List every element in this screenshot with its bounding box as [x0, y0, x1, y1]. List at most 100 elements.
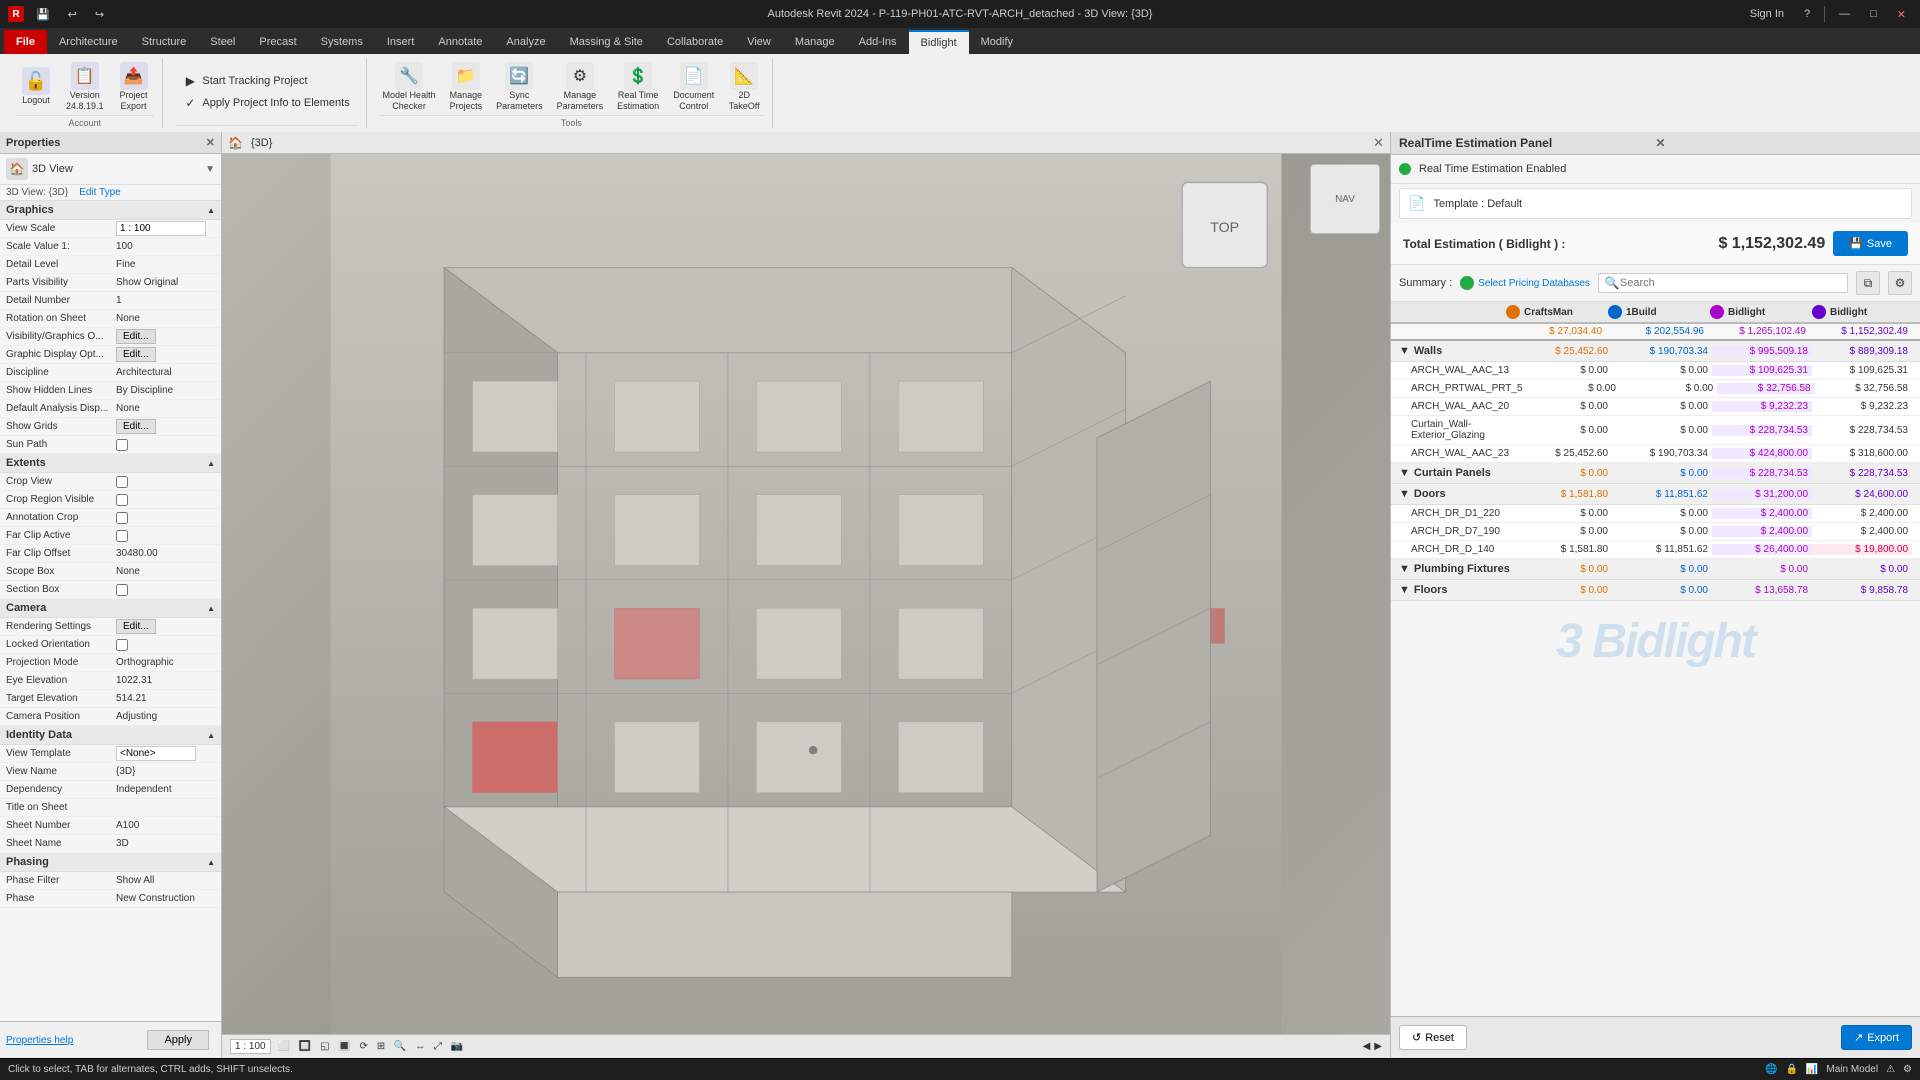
- realtime-est-btn[interactable]: 💲 Real TimeEstimation: [613, 60, 663, 114]
- sheet-number-text: A100: [116, 820, 215, 831]
- tab-precast[interactable]: Precast: [247, 30, 308, 54]
- view-scale-input[interactable]: [116, 221, 206, 236]
- minimize-btn[interactable]: —: [1833, 6, 1856, 22]
- crop-view-checkbox[interactable]: [116, 476, 128, 488]
- vp-tool-1[interactable]: ⬜: [275, 1041, 293, 1052]
- show-grids-btn[interactable]: Edit...: [116, 419, 156, 434]
- model-health-btn[interactable]: 🔧 Model HealthChecker: [379, 60, 440, 114]
- sync-params-btn[interactable]: 🔄 SyncParameters: [492, 60, 547, 114]
- tab-insert[interactable]: Insert: [375, 30, 427, 54]
- visibility-graphics-btn[interactable]: Edit...: [116, 329, 156, 344]
- ribbon-account-items: 🔓 Logout 📋 Version24.8.19.1 📤 ProjectExp…: [16, 58, 154, 115]
- view-template-input[interactable]: [116, 746, 196, 761]
- totals-label-spacer: [1399, 326, 1504, 337]
- wall-item-aac13: ARCH_WAL_AAC_13 $ 0.00 $ 0.00 $ 109,625.…: [1391, 362, 1920, 380]
- tab-massing[interactable]: Massing & Site: [558, 30, 655, 54]
- takeoff-btn[interactable]: 📐 2DTakeOff: [724, 60, 764, 114]
- vp-tool-4[interactable]: 🔳: [335, 1041, 353, 1052]
- project-export-btn[interactable]: 📤 ProjectExport: [114, 60, 154, 114]
- template-doc-icon: 📄: [1408, 195, 1425, 212]
- edit-type-btn[interactable]: Edit Type: [79, 187, 121, 198]
- tab-collaborate[interactable]: Collaborate: [655, 30, 735, 54]
- sign-in-btn[interactable]: Sign In: [1744, 6, 1790, 22]
- search-input[interactable]: [1620, 277, 1841, 289]
- curtain-panels-category-row[interactable]: ▼ Curtain Panels $ 0.00 $ 0.00 $ 228,734…: [1391, 463, 1920, 484]
- wall-item-aac23: ARCH_WAL_AAC_23 $ 25,452.60 $ 190,703.34…: [1391, 445, 1920, 463]
- tab-steel[interactable]: Steel: [198, 30, 247, 54]
- tab-manage[interactable]: Manage: [783, 30, 847, 54]
- floors-category-row[interactable]: ▼ Floors $ 0.00 $ 0.00 $ 13,658.78 $ 9,8…: [1391, 580, 1920, 601]
- apply-project-info-btn[interactable]: ✓ Apply Project Info to Elements: [178, 93, 353, 113]
- graphics-section-header[interactable]: Graphics: [0, 201, 221, 220]
- tab-view[interactable]: View: [735, 30, 783, 54]
- tab-annotate[interactable]: Annotate: [426, 30, 494, 54]
- tab-modify[interactable]: Modify: [969, 30, 1025, 54]
- select-pricing-btn[interactable]: Select Pricing Databases: [1460, 276, 1590, 290]
- scroll-left-btn[interactable]: ◀: [1363, 1041, 1371, 1052]
- reset-button[interactable]: ↺ Reset: [1399, 1025, 1467, 1050]
- save-button[interactable]: 💾 Save: [1833, 231, 1908, 256]
- vp-tool-3[interactable]: ◱: [317, 1041, 332, 1052]
- viewport-canvas[interactable]: TOP NAV: [222, 154, 1390, 1034]
- camera-section-header[interactable]: Camera: [0, 599, 221, 618]
- help-btn[interactable]: ?: [1798, 6, 1816, 22]
- rendering-settings-btn[interactable]: Edit...: [116, 619, 156, 634]
- tab-analyze[interactable]: Analyze: [494, 30, 557, 54]
- vp-tool-5[interactable]: ⟳: [357, 1041, 371, 1052]
- tab-systems[interactable]: Systems: [309, 30, 375, 54]
- graphic-display-btn[interactable]: Edit...: [116, 347, 156, 362]
- tab-addins[interactable]: Add-Ins: [847, 30, 909, 54]
- walls-category-row[interactable]: ▼ Walls $ 25,452.60 $ 190,703.34 $ 995,5…: [1391, 341, 1920, 362]
- vp-tool-2[interactable]: 🔲: [296, 1041, 314, 1052]
- estimation-enabled-label: Real Time Estimation Enabled: [1419, 163, 1566, 175]
- tab-bidlight[interactable]: Bidlight: [909, 30, 969, 54]
- vp-tool-6[interactable]: ⊞: [374, 1041, 388, 1052]
- prtwal-bidlight2: $ 32,756.58: [1815, 383, 1912, 394]
- vp-tool-9[interactable]: ⤢: [431, 1041, 445, 1052]
- sun-path-checkbox[interactable]: [116, 439, 128, 451]
- section-box-checkbox[interactable]: [116, 584, 128, 596]
- quick-access-save[interactable]: 💾: [30, 6, 56, 23]
- annotation-crop-checkbox[interactable]: [116, 512, 128, 524]
- start-tracking-btn[interactable]: ▶ Start Tracking Project: [178, 71, 353, 91]
- extents-section-header[interactable]: Extents: [0, 454, 221, 473]
- navigation-cube[interactable]: NAV: [1310, 164, 1380, 234]
- vp-tool-8[interactable]: ↔: [412, 1041, 428, 1052]
- settings-tool-btn[interactable]: ⚙: [1888, 271, 1912, 295]
- tab-file[interactable]: File: [4, 30, 47, 54]
- maximize-btn[interactable]: □: [1864, 6, 1883, 22]
- status-settings-icon[interactable]: ⚙: [1903, 1064, 1912, 1075]
- identity-section-header[interactable]: Identity Data: [0, 726, 221, 745]
- ribbon-tracking-items: ▶ Start Tracking Project ✓ Apply Project…: [178, 58, 353, 125]
- locked-orientation-checkbox[interactable]: [116, 639, 128, 651]
- export-button[interactable]: ↗ Export: [1841, 1025, 1912, 1050]
- vp-tool-10[interactable]: 📷: [448, 1041, 466, 1052]
- far-clip-active-checkbox[interactable]: [116, 530, 128, 542]
- view-type-dropdown[interactable]: ▼: [205, 164, 215, 175]
- aac23-craftsman: $ 25,452.60: [1512, 448, 1612, 459]
- bidlight2-icon: [1812, 305, 1826, 319]
- logout-btn[interactable]: 🔓 Logout: [16, 65, 56, 108]
- prop-title-on-sheet: Title on Sheet: [0, 799, 221, 817]
- estimation-close-btn[interactable]: ✕: [1656, 136, 1913, 150]
- properties-help-link[interactable]: Properties help: [6, 1035, 73, 1046]
- copy-tool-btn[interactable]: ⧉: [1856, 271, 1880, 295]
- manage-projects-btn[interactable]: 📁 ManageProjects: [446, 60, 487, 114]
- version-btn[interactable]: 📋 Version24.8.19.1: [62, 60, 108, 114]
- tab-structure[interactable]: Structure: [130, 30, 199, 54]
- apply-button[interactable]: Apply: [147, 1030, 209, 1050]
- quick-access-redo[interactable]: ↪: [89, 6, 110, 23]
- doors-category-row[interactable]: ▼ Doors $ 1,581.80 $ 11,851.62 $ 31,200.…: [1391, 484, 1920, 505]
- tab-architecture[interactable]: Architecture: [47, 30, 130, 54]
- quick-access-undo[interactable]: ↩: [62, 6, 83, 23]
- phasing-section-header[interactable]: Phasing: [0, 853, 221, 872]
- close-btn[interactable]: ✕: [1891, 6, 1912, 23]
- viewport-close-btn[interactable]: ✕: [1373, 135, 1384, 151]
- doc-control-btn[interactable]: 📄 DocumentControl: [669, 60, 718, 114]
- crop-region-visible-checkbox[interactable]: [116, 494, 128, 506]
- scroll-right-btn[interactable]: ▶: [1374, 1041, 1382, 1052]
- properties-close-btn[interactable]: ✕: [206, 136, 215, 149]
- plumbing-category-row[interactable]: ▼ Plumbing Fixtures $ 0.00 $ 0.00 $ 0.00…: [1391, 559, 1920, 580]
- manage-params-btn[interactable]: ⚙ ManageParameters: [553, 60, 608, 114]
- vp-tool-7[interactable]: 🔍: [391, 1041, 409, 1052]
